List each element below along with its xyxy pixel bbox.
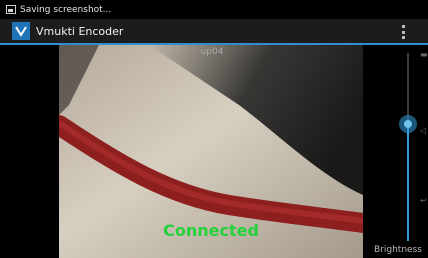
- status-bar: Saving screenshot...: [0, 0, 428, 19]
- vmukti-logo-icon[interactable]: [12, 22, 30, 40]
- edge-icon-bottom: ↩: [420, 196, 427, 205]
- slider-thumb[interactable]: [399, 115, 417, 134]
- action-bar: Vmukti Encoder: [0, 19, 428, 45]
- screenshot-icon: [6, 5, 16, 14]
- status-notification-text: Saving screenshot...: [20, 4, 112, 15]
- connection-status: Connected: [163, 221, 259, 240]
- menu-dot: [402, 36, 405, 39]
- menu-dot: [402, 30, 405, 34]
- overflow-menu-icon[interactable]: [402, 25, 406, 39]
- slider-fill: [407, 124, 409, 241]
- app-title: Vmukti Encoder: [36, 24, 124, 38]
- edge-icon-middle: ◁: [420, 126, 427, 135]
- logo-glyph: [15, 26, 27, 37]
- brightness-slider[interactable]: [398, 45, 418, 245]
- edge-icon-top: ▬: [420, 50, 428, 59]
- brightness-label: Brightness: [374, 245, 422, 255]
- menu-dot: [402, 25, 405, 28]
- stream-name: up04: [200, 47, 224, 57]
